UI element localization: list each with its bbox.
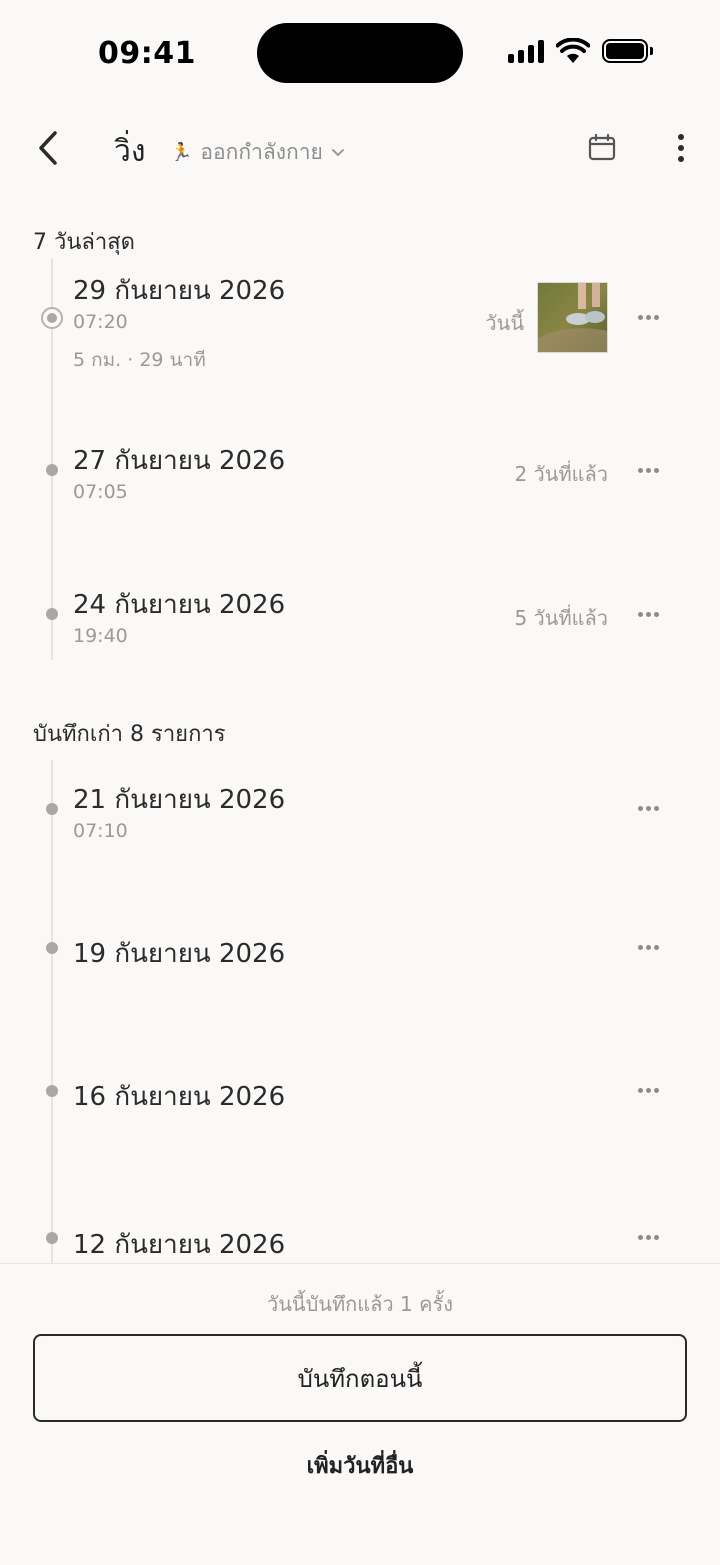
entry-time: 19:40 (73, 625, 128, 647)
timeline-dot (46, 608, 58, 620)
section-title-recent: 7 วันล่าสุด (33, 230, 135, 255)
entry-more-button[interactable] (632, 307, 664, 327)
entry-relative-date: 5 วันที่แล้ว (514, 606, 608, 630)
bottom-action-bar: วันนี้บันทึกแล้ว 1 ครั้ง บันทึกตอนนี้ เพ… (0, 1263, 720, 1565)
entry-more-button[interactable] (632, 798, 664, 818)
timeline-dot (46, 942, 58, 954)
entry-time: 07:10 (73, 820, 128, 842)
current-entry-marker (41, 307, 63, 329)
log-now-button[interactable]: บันทึกตอนนี้ (33, 1334, 687, 1422)
entry-relative-date: วันนี้ (485, 311, 524, 335)
header: วิ่ง 🏃 ออกกำลังกาย (0, 110, 720, 186)
entry-date: 21 กันยายน 2026 (73, 785, 286, 815)
running-icon: 🏃 (170, 142, 193, 163)
page-title: วิ่ง (114, 134, 146, 169)
entry-more-button[interactable] (632, 604, 664, 624)
entry-date: 24 กันยายน 2026 (73, 590, 286, 620)
more-vertical-button[interactable] (664, 128, 698, 168)
wifi-icon (556, 38, 590, 63)
entry-date: 19 กันยายน 2026 (73, 939, 286, 969)
chevron-left-icon (39, 131, 57, 165)
section-title-older: บันทึกเก่า 8 รายการ (33, 722, 226, 747)
calendar-button[interactable] (584, 130, 620, 166)
entry-date: 12 กันยายน 2026 (73, 1230, 286, 1260)
entry-time: 07:20 (73, 311, 128, 333)
entry-time: 07:05 (73, 481, 128, 503)
status-time: 09:41 (98, 36, 196, 71)
add-other-date-link[interactable]: เพิ่มวันที่อื่น (0, 1448, 720, 1483)
category-selector[interactable]: 🏃 ออกกำลังกาย (170, 136, 345, 169)
battery-icon (602, 39, 653, 63)
entry-date: 16 กันยายน 2026 (73, 1082, 286, 1112)
entry-relative-date: 2 วันที่แล้ว (514, 462, 608, 486)
dynamic-island (257, 23, 463, 83)
timeline-dot (46, 464, 58, 476)
entry-more-button[interactable] (632, 1227, 664, 1247)
cellular-signal-icon (508, 39, 544, 63)
entry-photo-thumbnail[interactable] (537, 282, 608, 353)
entry-date: 27 กันยายน 2026 (73, 446, 286, 476)
status-bar: 09:41 (0, 0, 720, 100)
entry-more-button[interactable] (632, 1080, 664, 1100)
entry-more-button[interactable] (632, 937, 664, 957)
calendar-icon (588, 133, 616, 161)
entry-detail: 5 กม. · 29 นาที (73, 349, 206, 371)
back-button[interactable] (26, 124, 70, 172)
timeline-dot (46, 803, 58, 815)
status-icons (508, 38, 653, 64)
category-label: ออกกำลังกาย (200, 140, 323, 164)
entry-more-button[interactable] (632, 460, 664, 480)
today-log-status: วันนี้บันทึกแล้ว 1 ครั้ง (267, 1292, 453, 1316)
entry-date: 29 กันยายน 2026 (73, 276, 286, 306)
timeline-dot (46, 1085, 58, 1097)
timeline-dot (46, 1232, 58, 1244)
timeline-line (51, 760, 53, 1263)
chevron-down-icon (331, 148, 344, 156)
